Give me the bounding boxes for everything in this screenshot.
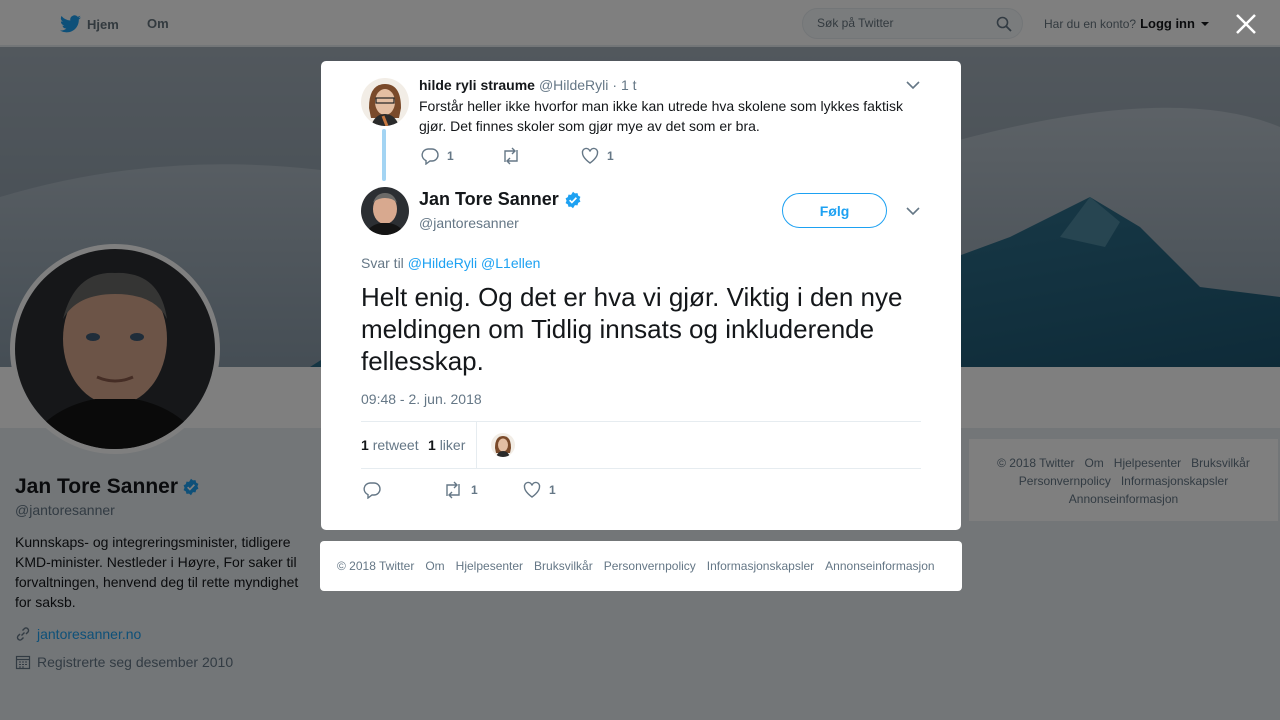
verified-badge-icon [565,191,581,208]
reply-author-handle[interactable]: @HildeRyli [539,77,608,93]
modal-footer: © 2018 Twitter Om Hjelpesenter Bruksvilk… [320,541,962,591]
reply-author-avatar[interactable] [361,78,409,126]
main-author-handle[interactable]: @jantoresanner [419,215,519,231]
modal-footer-copyright: © 2018 Twitter [337,559,415,573]
modal-footer-about[interactable]: Om [425,559,444,573]
tweet-text: Helt enig. Og det er hva vi gjør. Viktig… [361,282,903,376]
reply-like-count: 1 [607,149,614,163]
main-author-avatar[interactable] [361,187,409,235]
retweet-icon [504,147,518,165]
liker-avatar[interactable] [491,433,515,457]
heart-icon [523,481,541,498]
main-author-name-text[interactable]: Jan Tore Sanner [419,189,559,210]
tweet-stats: 1 retweet 1 liker [361,421,921,469]
reply-to-label: Svar til [361,255,404,271]
modal-footer-cookies[interactable]: Informasjonskapsler [707,559,814,573]
main-like-count: 1 [549,483,556,497]
reply-to-user-1[interactable]: @HildeRyli [408,255,477,271]
main-retweet-action[interactable]: 1 [443,481,478,499]
like-stat[interactable]: 1 liker [428,437,465,453]
main-reply-action[interactable] [363,481,381,499]
modal-footer-terms[interactable]: Bruksvilkår [534,559,593,573]
tweet-modal: hilde ryli straume @HildeRyli · 1 t Fors… [321,61,961,530]
stats-divider [476,422,477,468]
follow-button[interactable]: Følg [782,193,887,228]
reply-to-line: Svar til @HildeRyli @L1ellen [361,255,540,271]
reply-to-user-2[interactable]: @L1ellen [481,255,540,271]
main-retweet-count: 1 [471,483,478,497]
reply-header: hilde ryli straume @HildeRyli · 1 t [419,77,637,93]
retweet-stat[interactable]: 1 retweet [361,437,419,453]
reply-chevron-down-icon[interactable] [905,80,921,90]
reply-time[interactable]: · 1 t [612,77,636,93]
modal-footer-ads[interactable]: Annonseinformasjon [825,559,934,573]
reply-retweet-action[interactable] [501,147,529,165]
reply-text: Forstår heller ikke hvorfor man ikke kan… [419,98,903,134]
modal-footer-help[interactable]: Hjelpesenter [456,559,523,573]
reply-reply-action[interactable]: 1 [421,147,454,165]
retweet-stat-count: 1 [361,437,369,453]
reply-icon [363,482,381,499]
like-stat-label: liker [439,437,466,453]
retweet-stat-label: retweet [372,437,419,453]
retweet-icon [446,481,460,499]
reply-like-action[interactable]: 1 [581,147,614,165]
main-like-action[interactable]: 1 [523,481,556,499]
thread-line [382,129,386,181]
reply-reply-count: 1 [447,149,454,163]
reply-author-name[interactable]: hilde ryli straume [419,77,535,93]
modal-footer-privacy[interactable]: Personvernpolicy [604,559,696,573]
main-chevron-down-icon[interactable] [905,206,921,216]
heart-icon [581,147,599,164]
reply-icon [421,148,439,165]
like-stat-count: 1 [428,437,436,453]
tweet-timestamp[interactable]: 09:48 - 2. jun. 2018 [361,391,482,407]
close-icon[interactable] [1234,12,1258,36]
main-author-name[interactable]: Jan Tore Sanner [419,189,582,210]
